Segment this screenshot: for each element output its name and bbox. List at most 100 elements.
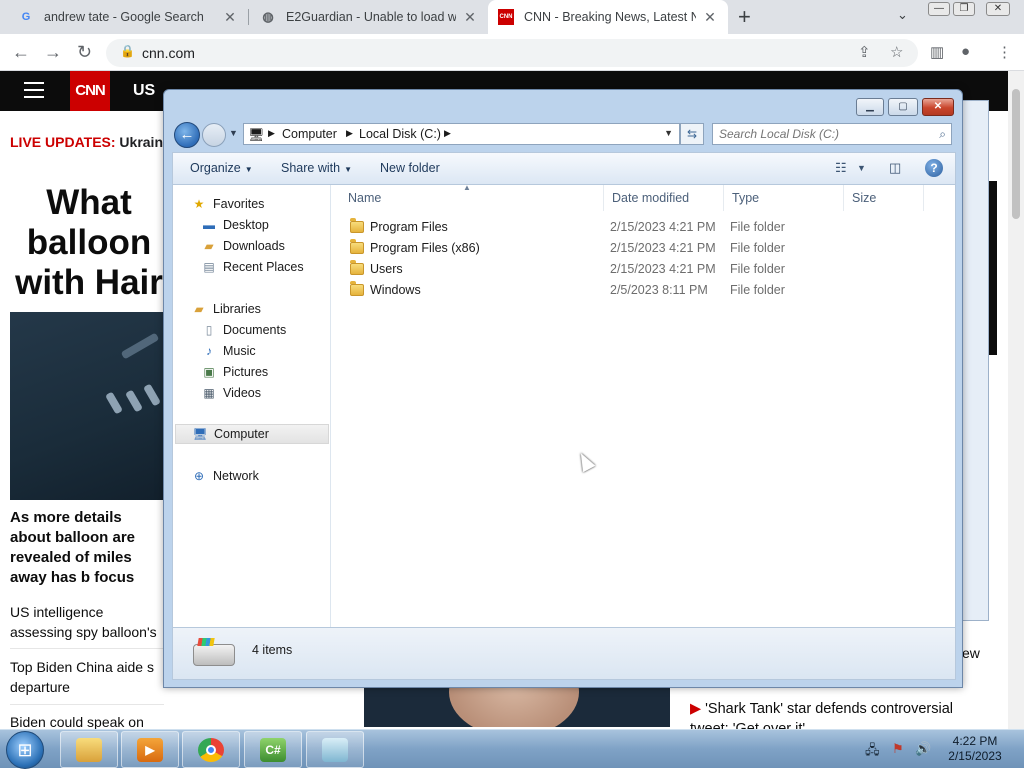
share-with-button[interactable]: Share with ▼	[281, 161, 352, 175]
back-arrow-icon[interactable]: ←	[174, 122, 200, 148]
close-tab-icon[interactable]: ✕	[702, 9, 718, 26]
live-label: LIVE UPDATES:	[10, 134, 116, 150]
breadcrumb-local-disk[interactable]: Local Disk (C:)	[359, 127, 441, 141]
taskbar-explorer[interactable]	[60, 731, 118, 768]
tab-search-icon[interactable]: ⌄	[897, 7, 908, 23]
breadcrumb-computer[interactable]: Computer	[282, 127, 337, 141]
nav-downloads[interactable]: ▰ Downloads	[201, 236, 284, 256]
hero-image[interactable]	[10, 312, 166, 500]
tab-cnn[interactable]: CNN CNN - Breaking News, Latest Ne ✕	[488, 0, 728, 34]
menu-kebab-icon[interactable]: ⋮	[997, 43, 1012, 61]
breadcrumb-arrow-icon[interactable]: ▶	[346, 128, 353, 139]
nav-label: Desktop	[223, 218, 269, 232]
bookmark-star-icon[interactable]: ☆	[890, 43, 903, 61]
column-size[interactable]: Size	[844, 185, 924, 211]
change-view-icon[interactable]: ☷	[835, 160, 847, 176]
forward-arrow-icon[interactable]: →	[44, 42, 62, 63]
nav-videos[interactable]: ▦ Videos	[201, 383, 261, 403]
partial-text: ew	[962, 645, 980, 661]
nav-link-us[interactable]: US	[133, 82, 155, 100]
tab-e2guardian[interactable]: ◍ E2Guardian - Unable to load web ✕	[250, 0, 488, 34]
nav-network[interactable]: ⊕ Network	[191, 466, 259, 486]
taskbar-media-player[interactable]: ▶	[121, 731, 179, 768]
taskbar: ⊞ ▶ C# 🖧 ⚑ 🔊 4:22 PM 2/15/2023	[0, 729, 1024, 769]
column-name[interactable]: Name	[340, 185, 604, 211]
reload-icon[interactable]: ↻	[77, 42, 92, 63]
file-row[interactable]: Windows 2/5/2023 8:11 PM File folder	[340, 280, 938, 301]
forward-arrow-icon[interactable]	[202, 123, 226, 147]
volume-icon[interactable]: 🔊	[915, 741, 931, 757]
tab-title: CNN - Breaking News, Latest Ne	[524, 10, 696, 24]
nav-libraries[interactable]: ▰ Libraries	[191, 299, 261, 319]
organize-button[interactable]: Organize ▼	[190, 161, 253, 175]
file-row[interactable]: Program Files 2/15/2023 4:21 PM File fol…	[340, 217, 938, 238]
share-icon[interactable]: ⇪	[858, 43, 871, 61]
libraries-icon: ▰	[194, 302, 204, 316]
lock-icon[interactable]: 🔒	[120, 44, 135, 58]
story-link[interactable]: Biden could speak on downed objects this…	[10, 712, 164, 730]
command-bar: Organize ▼ Share with ▼ New folder ☷ ▼ ◫ ?	[172, 152, 956, 184]
nav-desktop[interactable]: ▬ Desktop	[201, 215, 269, 235]
help-icon[interactable]: ?	[925, 159, 943, 177]
close-tab-icon[interactable]: ✕	[462, 9, 478, 26]
taskbar-csharp[interactable]: C#	[244, 731, 302, 768]
history-dropdown-icon[interactable]: ▼	[229, 128, 238, 138]
view-dropdown-icon[interactable]: ▼	[857, 163, 866, 173]
network-tray-icon[interactable]: 🖧	[865, 741, 880, 763]
story-summary[interactable]: As more details about balloon are reveal…	[10, 508, 164, 588]
column-type[interactable]: Type	[724, 185, 844, 211]
search-box[interactable]: ⌕	[712, 123, 952, 145]
restore-button[interactable]: ❐	[953, 2, 975, 16]
main-headline[interactable]: What balloon with Hair	[14, 183, 164, 303]
nav-documents[interactable]: ▯ Documents	[201, 320, 287, 340]
story-link[interactable]: Top Biden China aide s departure	[10, 657, 164, 699]
file-row[interactable]: Program Files (x86) 2/15/2023 4:21 PM Fi…	[340, 238, 938, 259]
back-arrow-icon[interactable]: ←	[12, 42, 30, 63]
new-tab-button[interactable]: +	[738, 4, 751, 30]
breadcrumb-arrow-icon[interactable]: ▶	[268, 128, 275, 139]
preview-pane-icon[interactable]: ◫	[889, 160, 901, 176]
recent-places-icon: ▤	[203, 260, 215, 274]
breadcrumb-arrow-icon[interactable]: ▶	[444, 128, 451, 139]
page-scrollbar[interactable]	[1008, 71, 1024, 729]
nav-favorites[interactable]: ★ Favorites	[191, 194, 265, 214]
search-input[interactable]	[719, 127, 929, 141]
address-bar[interactable]: 🖥 ▶ Computer ▶ Local Disk (C:) ▶ ▼	[243, 123, 680, 145]
address-dropdown-icon[interactable]: ▼	[664, 128, 673, 138]
story-photo[interactable]	[364, 687, 670, 727]
address-bar[interactable]: 🔒 cnn.com	[106, 39, 918, 67]
nav-music[interactable]: ♪ Music	[201, 341, 256, 361]
search-icon[interactable]: ⌕	[939, 127, 946, 142]
side-panel-icon[interactable]: ▥	[930, 43, 944, 61]
nav-computer[interactable]: 🖥 Computer	[175, 424, 329, 444]
refresh-icon[interactable]: ⇆	[680, 123, 704, 145]
hamburger-menu-icon[interactable]	[24, 82, 44, 103]
new-folder-button[interactable]: New folder	[380, 161, 440, 175]
nav-pictures[interactable]: ▣ Pictures	[201, 362, 268, 382]
taskbar-notepad[interactable]	[306, 731, 364, 768]
start-button[interactable]: ⊞	[6, 731, 44, 769]
close-window-button[interactable]: ✕	[922, 98, 954, 116]
close-tab-icon[interactable]: ✕	[222, 9, 238, 26]
cnn-logo[interactable]: CNN	[70, 71, 110, 111]
minimize-window-button[interactable]: ▁	[856, 98, 884, 116]
minimize-button[interactable]: —	[928, 2, 950, 16]
scroll-thumb[interactable]	[1012, 89, 1020, 219]
close-button[interactable]: ✕	[986, 2, 1010, 16]
file-row[interactable]: Users 2/15/2023 4:21 PM File folder	[340, 259, 938, 280]
profile-avatar-icon[interactable]: ●	[961, 43, 970, 60]
nav-recent-places[interactable]: ▤ Recent Places	[201, 257, 303, 277]
computer-small-icon: 🖥	[248, 127, 265, 142]
chevron-down-icon: ▼	[244, 165, 253, 174]
maximize-window-button[interactable]: ▢	[888, 98, 918, 116]
details-pane: 4 items	[172, 628, 956, 680]
live-updates-banner[interactable]: LIVE UPDATES: Ukraine	[10, 134, 171, 150]
column-date-modified[interactable]: Date modified	[604, 185, 724, 211]
taskbar-chrome[interactable]	[182, 731, 240, 768]
face-shape	[449, 687, 579, 727]
file-type: File folder	[730, 262, 785, 276]
story-link[interactable]: US intelligence assessing spy balloon's …	[10, 602, 164, 644]
clock[interactable]: 4:22 PM 2/15/2023	[945, 734, 1005, 764]
tab-google-search[interactable]: G andrew tate - Google Search ✕	[8, 0, 248, 34]
action-center-icon[interactable]: ⚑	[892, 741, 904, 757]
